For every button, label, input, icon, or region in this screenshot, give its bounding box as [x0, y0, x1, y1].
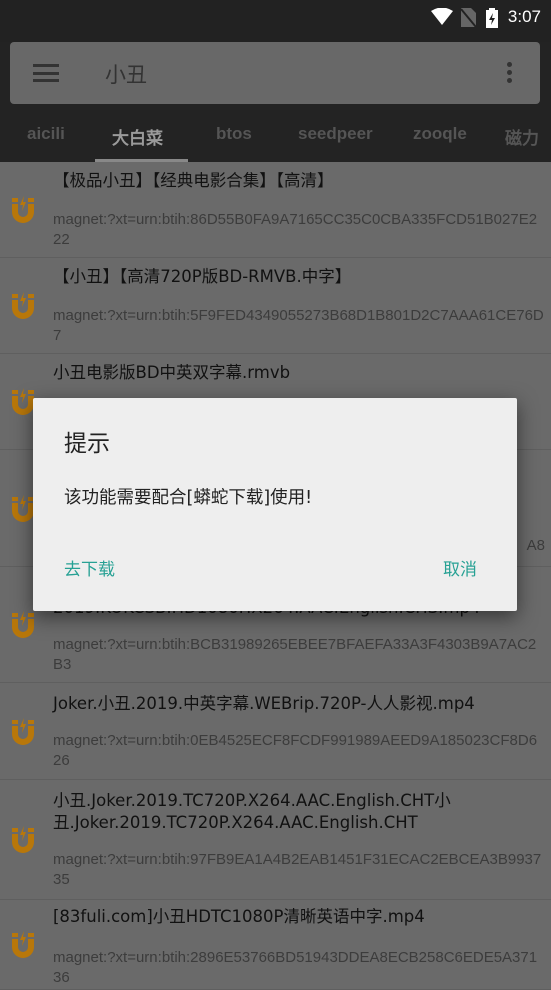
dialog-title: 提示: [64, 431, 110, 457]
dialog-message: 该功能需要配合[蟒蛇下载]使用!: [64, 488, 313, 508]
hamburger-icon[interactable]: [33, 64, 59, 82]
tab-seedpeer[interactable]: seedpeer: [298, 124, 373, 144]
tab-zooqle[interactable]: zooqle: [413, 124, 467, 144]
tab-aicili[interactable]: aicili: [27, 124, 65, 144]
result-title: 小丑电影版BD中英双字幕.rmvb: [53, 363, 291, 382]
result-row[interactable]: 小丑.Joker.2019.TC720P.X264.AAC.English.CH…: [0, 780, 551, 900]
magnet-link: magnet:?xt=urn:btih:97FB9EA1A4B2EAB1451F…: [53, 851, 542, 888]
result-row[interactable]: Joker.小丑.2019.中英字幕.WEBrip.720P-人人影视.mp4 m…: [0, 683, 551, 780]
result-title: 小丑.Joker.2019.TC720P.X264.AAC.English.CH…: [53, 791, 451, 832]
magnet-icon: [12, 717, 34, 745]
tab-dabaicai[interactable]: 大白菜: [112, 124, 163, 149]
magnet-icon: [12, 292, 34, 319]
magnet-link: magnet:?xt=urn:btih:86D55B0FA9A7165CC35C…: [53, 211, 538, 248]
magnet-link: magnet:?xt=urn:btih:0EB4525ECF8FCDF99198…: [53, 732, 538, 769]
magnet-icon: [12, 826, 34, 853]
result-row[interactable]: [83fuli.com]小丑HDTC1080P清晰英语中字.mp4 magnet:…: [0, 900, 551, 990]
search-bar[interactable]: 小丑: [10, 42, 540, 104]
status-bar: 3:07: [0, 0, 551, 42]
battery-charging-icon: [486, 8, 498, 28]
cancel-button[interactable]: 取消: [443, 555, 477, 580]
tab-cili[interactable]: 磁力: [505, 124, 539, 149]
tab-btos[interactable]: btos: [216, 124, 252, 144]
magnet-link: magnet:?xt=urn:btih:5F9FED4349055273B68D…: [53, 307, 544, 344]
wifi-icon: [431, 8, 453, 25]
magnet-icon: [12, 196, 34, 223]
magnet-link: magnet:?xt=urn:btih:2896E53766BD51943DDE…: [53, 949, 538, 986]
app-bar: 小丑 aicili 大白菜 btos seedpeer zooqle 磁力: [0, 42, 551, 162]
more-vert-icon[interactable]: [507, 62, 512, 86]
source-tabs: aicili 大白菜 btos seedpeer zooqle 磁力: [0, 104, 551, 162]
magnet-link: magnet:?xt=urn:btih:BCB31989265EBEE7BFAE…: [53, 636, 537, 673]
download-button[interactable]: 去下载: [64, 555, 115, 580]
result-title: 【小丑】【高清720P版BD-RMVB.中字】: [53, 267, 352, 286]
result-title: 【极品小丑】【经典电影合集】【高清】: [53, 171, 334, 190]
result-title: Joker.小丑.2019.中英字幕.WEBrip.720P-人人影视.mp4: [53, 694, 475, 713]
no-sim-icon: [461, 8, 476, 27]
alert-dialog: 提示 该功能需要配合[蟒蛇下载]使用! 去下载 取消: [33, 398, 517, 611]
magnet-icon: [12, 931, 34, 958]
result-title: [83fuli.com]小丑HDTC1080P清晰英语中字.mp4: [53, 907, 425, 926]
result-row[interactable]: 【极品小丑】【经典电影合集】【高清】 magnet:?xt=urn:btih:86…: [0, 162, 551, 258]
search-query[interactable]: 小丑: [105, 59, 147, 89]
magnet-icon: [12, 611, 34, 638]
clock: 3:07: [507, 7, 541, 26]
result-row[interactable]: 【小丑】【高清720P版BD-RMVB.中字】 magnet:?xt=urn:bt…: [0, 258, 551, 354]
